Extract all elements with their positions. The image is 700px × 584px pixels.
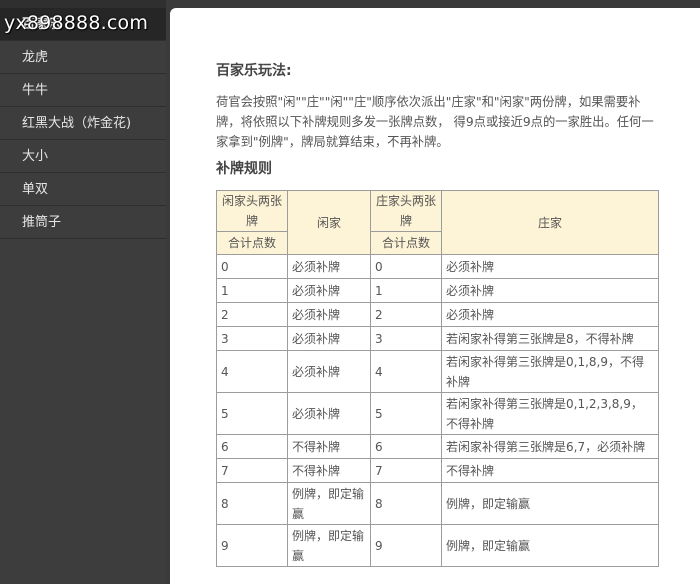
page-title: 百家乐玩法: bbox=[216, 63, 292, 79]
banker-action-cell: 不得补牌 bbox=[441, 458, 659, 483]
header-player-first-two: 闲家头两张牌 bbox=[216, 190, 288, 232]
player-points-cell: 9 bbox=[216, 524, 288, 567]
banker-action-cell: 必须补牌 bbox=[441, 302, 659, 327]
player-action-cell: 不得补牌 bbox=[287, 458, 371, 483]
table-row: 8 例牌，即定输赢 8 例牌，即定输赢 bbox=[216, 482, 659, 525]
banker-action-cell: 例牌，即定输赢 bbox=[441, 482, 659, 525]
player-action-cell: 不得补牌 bbox=[287, 434, 371, 459]
player-points-cell: 5 bbox=[216, 392, 288, 435]
banker-points-cell: 0 bbox=[370, 254, 442, 279]
sidebar-item-tuitongzi[interactable]: 推筒子 bbox=[0, 206, 166, 239]
banker-points-cell: 2 bbox=[370, 302, 442, 327]
header-player-total: 合计点数 bbox=[216, 231, 288, 255]
banker-points-cell: 6 bbox=[370, 434, 442, 459]
sidebar-item-big-small[interactable]: 大小 bbox=[0, 140, 166, 173]
player-action-cell: 例牌，即定输赢 bbox=[287, 482, 371, 525]
header-banker: 庄家 bbox=[441, 190, 659, 255]
sidebar-item-niuniu[interactable]: 牛牛 bbox=[0, 74, 166, 107]
player-points-cell: 3 bbox=[216, 326, 288, 351]
banker-points-cell: 8 bbox=[370, 482, 442, 525]
rules-description: 荷官会按照"闲""庄""闲""庄"顺序依次派出"庄家"和"闲家"两份牌，如果需要… bbox=[216, 95, 654, 149]
player-action-cell: 必须补牌 bbox=[287, 278, 371, 303]
banker-points-cell: 1 bbox=[370, 278, 442, 303]
section-title: 补牌规则 bbox=[216, 161, 272, 177]
table-row: 2 必须补牌 2 必须补牌 bbox=[216, 302, 659, 327]
banker-points-cell: 5 bbox=[370, 392, 442, 435]
banker-action-cell: 若闲家补得第三张牌是8，不得补牌 bbox=[441, 326, 659, 351]
player-points-cell: 4 bbox=[216, 350, 288, 393]
watermark: yx898888.com bbox=[4, 12, 149, 34]
table-row: 1 必须补牌 1 必须补牌 bbox=[216, 278, 659, 303]
sidebar: 百家乐 龙虎 牛牛 红黑大战（炸金花) 大小 单双 推筒子 bbox=[0, 0, 166, 584]
player-action-cell: 例牌，即定输赢 bbox=[287, 524, 371, 567]
table-row: 6 不得补牌 6 若闲家补得第三张牌是6,7，必须补牌 bbox=[216, 434, 659, 459]
banker-action-cell: 若闲家补得第三张牌是6,7，必须补牌 bbox=[441, 434, 659, 459]
banker-points-cell: 9 bbox=[370, 524, 442, 567]
header-banker-first-two: 庄家头两张牌 bbox=[370, 190, 442, 232]
player-action-cell: 必须补牌 bbox=[287, 350, 371, 393]
player-action-cell: 必须补牌 bbox=[287, 326, 371, 351]
banker-action-cell: 若闲家补得第三张牌是0,1,8,9，不得补牌 bbox=[441, 350, 659, 393]
player-points-cell: 6 bbox=[216, 434, 288, 459]
player-points-cell: 2 bbox=[216, 302, 288, 327]
banker-points-cell: 3 bbox=[370, 326, 442, 351]
player-points-cell: 8 bbox=[216, 482, 288, 525]
player-points-cell: 7 bbox=[216, 458, 288, 483]
banker-points-cell: 7 bbox=[370, 458, 442, 483]
banker-points-cell: 4 bbox=[370, 350, 442, 393]
table-row: 4 必须补牌 4 若闲家补得第三张牌是0,1,8,9，不得补牌 bbox=[216, 350, 659, 393]
sidebar-item-red-black[interactable]: 红黑大战（炸金花) bbox=[0, 107, 166, 140]
table-row: 7 不得补牌 7 不得补牌 bbox=[216, 458, 659, 483]
banker-action-cell: 必须补牌 bbox=[441, 254, 659, 279]
sidebar-item-dragon-tiger[interactable]: 龙虎 bbox=[0, 41, 166, 74]
table-body: 0 必须补牌 0 必须补牌 1 必须补牌 1 必须补牌 2 必须补牌 2 必须补牌 3 必须补牌 3 若闲家补… bbox=[216, 254, 659, 567]
table-row: 3 必须补牌 3 若闲家补得第三张牌是8，不得补牌 bbox=[216, 326, 659, 351]
content-panel: 百家乐玩法: 荷官会按照"闲""庄""闲""庄"顺序依次派出"庄家"和"闲家"两… bbox=[170, 8, 700, 584]
player-points-cell: 0 bbox=[216, 254, 288, 279]
table-row: 9 例牌，即定输赢 9 例牌，即定输赢 bbox=[216, 524, 659, 567]
table-row: 5 必须补牌 5 若闲家补得第三张牌是0,1,2,3,8,9，不得补牌 bbox=[216, 392, 659, 435]
banker-action-cell: 例牌，即定输赢 bbox=[441, 524, 659, 567]
draw-rules-table: 闲家头两张牌 闲家 庄家头两张牌 庄家 合计点数 合计点数 0 必须补牌 0 必须补牌… bbox=[216, 190, 659, 567]
header-player: 闲家 bbox=[287, 190, 371, 255]
player-action-cell: 必须补牌 bbox=[287, 392, 371, 435]
sidebar-top-strip bbox=[0, 0, 166, 8]
banker-action-cell: 若闲家补得第三张牌是0,1,2,3,8,9，不得补牌 bbox=[441, 392, 659, 435]
banker-action-cell: 必须补牌 bbox=[441, 278, 659, 303]
header-banker-total: 合计点数 bbox=[370, 231, 442, 255]
table-row: 0 必须补牌 0 必须补牌 bbox=[216, 254, 659, 279]
player-points-cell: 1 bbox=[216, 278, 288, 303]
player-action-cell: 必须补牌 bbox=[287, 302, 371, 327]
player-action-cell: 必须补牌 bbox=[287, 254, 371, 279]
sidebar-item-odd-even[interactable]: 单双 bbox=[0, 173, 166, 206]
